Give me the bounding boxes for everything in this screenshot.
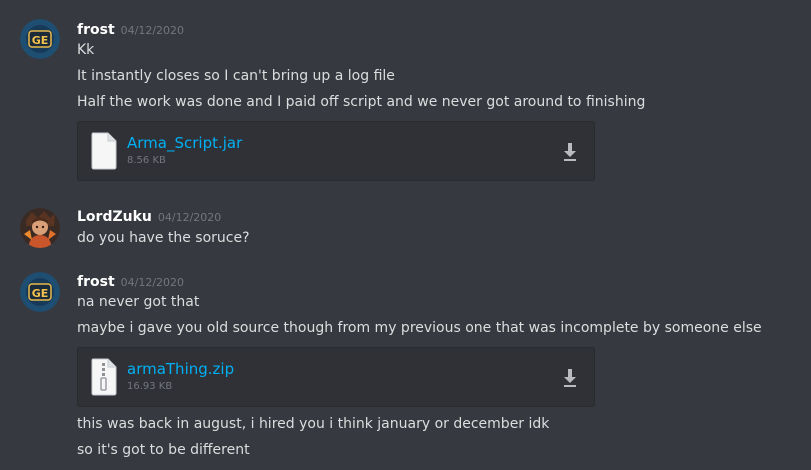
- svg-text:GE: GE: [32, 34, 49, 47]
- svg-text:GE: GE: [32, 287, 49, 300]
- message-text: this was back in august, i hired you i t…: [77, 416, 550, 432]
- download-icon[interactable]: [562, 368, 578, 388]
- message-text: Half the work was done and I paid off sc…: [77, 94, 646, 110]
- author-row: frost 04/12/2020: [77, 19, 184, 39]
- character-avatar-icon: [20, 208, 60, 248]
- message-text: do you have the soruce?: [77, 230, 250, 246]
- message-text: It instantly closes so I can't bring up …: [77, 68, 395, 84]
- username[interactable]: LordZuku: [77, 209, 152, 225]
- ge-logo-icon: GE: [20, 19, 60, 59]
- archive-icon: [91, 358, 117, 396]
- download-icon[interactable]: [562, 142, 578, 162]
- timestamp: 04/12/2020: [120, 24, 185, 37]
- file-name-link[interactable]: Arma_Script.jar: [127, 134, 242, 152]
- ge-logo-icon: GE: [20, 272, 60, 312]
- timestamp: 04/12/2020: [120, 276, 185, 289]
- message-text: na never got that: [77, 294, 200, 310]
- file-attachment: armaThing.zip 16.93 KB: [77, 347, 595, 407]
- avatar[interactable]: GE: [20, 19, 60, 59]
- message-text: maybe i gave you old source though from …: [77, 320, 762, 336]
- file-name-link[interactable]: armaThing.zip: [127, 360, 234, 378]
- username[interactable]: frost: [77, 22, 115, 38]
- timestamp: 04/12/2020: [157, 211, 222, 224]
- file-size: 16.93 KB: [127, 381, 173, 392]
- message-text: so it's got to be different: [77, 442, 250, 458]
- author-row: frost 04/12/2020: [77, 271, 184, 291]
- avatar[interactable]: [20, 208, 60, 248]
- file-size: 8.56 KB: [127, 155, 166, 166]
- avatar[interactable]: GE: [20, 272, 60, 312]
- file-attachment: Arma_Script.jar 8.56 KB: [77, 121, 595, 181]
- author-row: LordZuku 04/12/2020: [77, 206, 221, 226]
- username[interactable]: frost: [77, 274, 115, 290]
- message-text: Kk: [77, 42, 95, 58]
- document-icon: [91, 132, 117, 170]
